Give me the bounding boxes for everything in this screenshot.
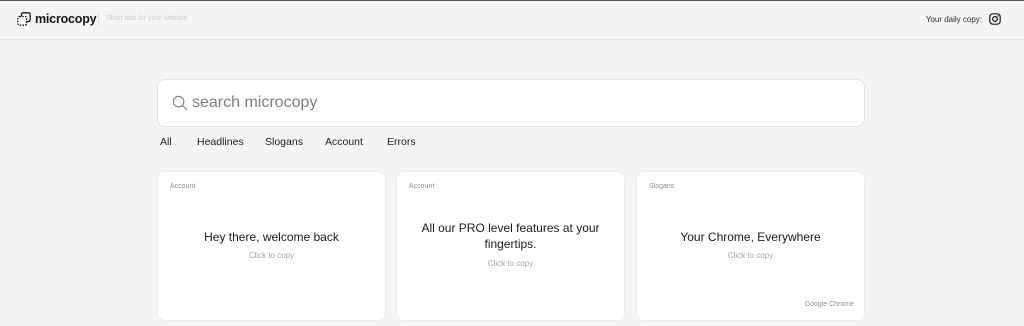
click-to-copy-label: Click to copy: [248, 251, 295, 260]
search-input[interactable]: [192, 90, 832, 116]
search-icon: [172, 95, 188, 111]
card-text: Your Chrome, Everywhere: [680, 230, 821, 244]
tab-errors[interactable]: Errors: [387, 136, 416, 148]
logo[interactable]: microcopy: [17, 12, 97, 26]
instagram-icon[interactable]: [989, 13, 1001, 25]
tab-account[interactable]: Account: [325, 136, 363, 148]
tab-headlines[interactable]: Headlines: [197, 136, 244, 148]
logo-text: microcopy: [35, 12, 97, 26]
site-header: microcopy Short text for your website. Y…: [0, 1, 1024, 40]
daily-copy-label: Your daily copy:: [925, 15, 982, 24]
card-source: Google Chrome: [804, 301, 854, 308]
click-to-copy-label: Click to copy: [487, 259, 534, 268]
card-text: All our PRO level features at your finge…: [421, 221, 600, 251]
click-to-copy-label: Click to copy: [727, 251, 774, 260]
copy-card[interactable]: Slogans Your Chrome, Everywhere Click to…: [636, 171, 865, 321]
category-tabs: All Headlines Slogans Account Errors: [0, 136, 1024, 150]
card-text: Hey there, welcome back: [204, 230, 339, 244]
copy-card[interactable]: Account Hey there, welcome back Click to…: [157, 171, 386, 321]
tagline: Short text for your website.: [106, 15, 190, 22]
search-bar[interactable]: [157, 79, 865, 127]
card-category: Account: [409, 183, 435, 190]
card-category: Slogans: [649, 183, 675, 190]
copy-icon: [17, 12, 31, 26]
card-category: Account: [170, 183, 196, 190]
tab-slogans[interactable]: Slogans: [265, 136, 303, 148]
header-divider: [98, 13, 99, 26]
copy-card[interactable]: Account All our PRO level features at yo…: [396, 171, 625, 321]
tab-all[interactable]: All: [160, 136, 172, 148]
